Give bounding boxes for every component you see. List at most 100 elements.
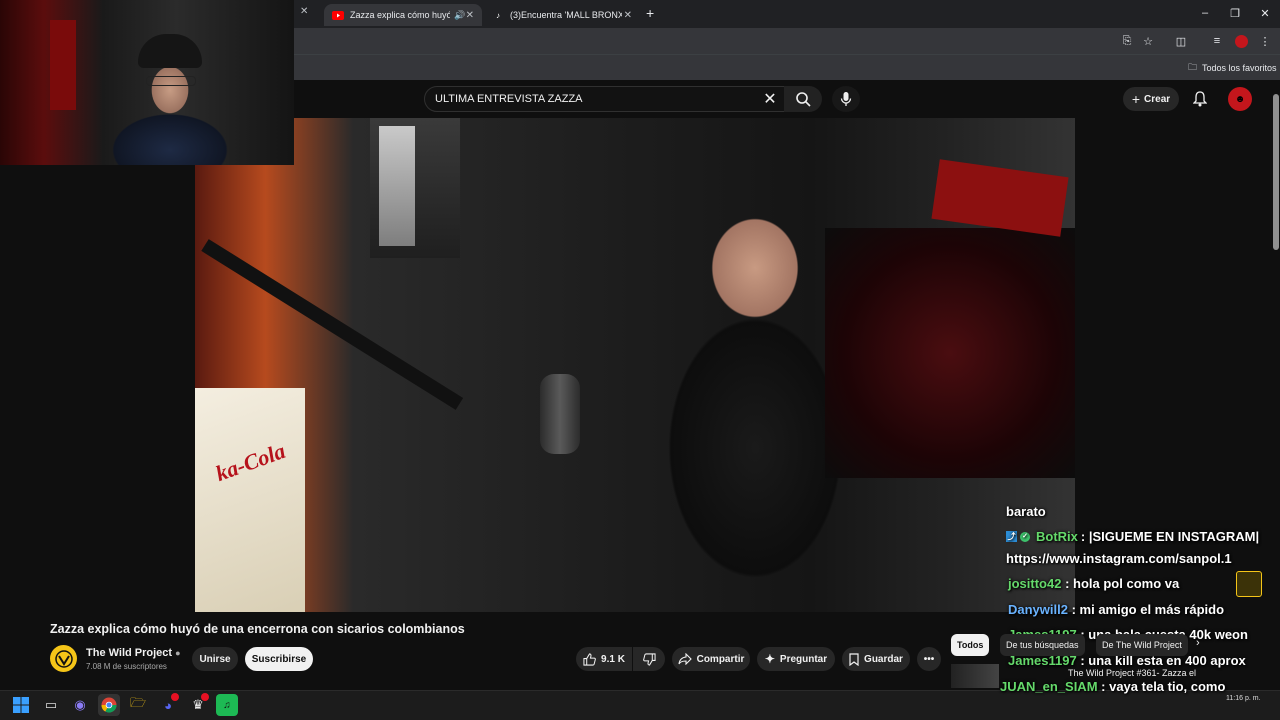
tab-title: Zazza explica cómo huyó d <box>350 10 451 20</box>
chip-todos[interactable]: Todos <box>951 634 990 656</box>
bookmarks-folder[interactable]: 🗀 Todos los favoritos <box>1188 60 1277 76</box>
save-label: Guardar <box>864 653 903 665</box>
save-button[interactable]: Guardar <box>842 647 910 671</box>
cap <box>138 34 202 68</box>
channel-logo-icon <box>54 649 73 668</box>
more-actions-button[interactable]: ••• <box>917 647 941 671</box>
task-view-icon[interactable]: ▭ <box>40 694 62 716</box>
bookmark-star-icon[interactable]: ☆ <box>1139 32 1157 50</box>
red-banner <box>931 159 1069 237</box>
poster-dead-of-winter <box>379 126 415 246</box>
share-label: Compartir <box>696 653 745 665</box>
verified-icon: ● <box>175 648 181 658</box>
tab-tiktok[interactable]: ♪ (3)Encuentra 'MALL BRONX YN ✕ <box>484 4 640 26</box>
search-button[interactable] <box>784 86 822 112</box>
account-avatar[interactable]: ☻ <box>1228 87 1252 111</box>
video-player[interactable]: ka-Cola <box>195 118 1075 612</box>
windows-icon[interactable] <box>10 694 32 716</box>
red-light <box>50 20 76 110</box>
channel-watermark-icon <box>1236 571 1262 597</box>
join-button[interactable]: Unirse <box>192 647 238 671</box>
chat-message: : hola pol como va <box>1065 576 1180 591</box>
queue-icon[interactable]: ≡ <box>1208 32 1226 50</box>
chat-message: : |SIGUEME EN INSTAGRAM| <box>1080 529 1260 544</box>
tab-youtube[interactable]: Zazza explica cómo huyó d 🔊 ✕ <box>324 4 482 26</box>
chat-message: barato <box>1006 504 1046 519</box>
chrome-icon[interactable] <box>98 694 120 716</box>
bookmark-icon <box>849 652 859 666</box>
chat-username: jositto42 <box>1008 576 1062 591</box>
dislike-button[interactable] <box>633 647 665 671</box>
create-button[interactable]: + Crear <box>1123 87 1179 111</box>
notification-badge <box>171 693 179 701</box>
file-explorer-icon[interactable]: 🗁 <box>127 694 149 716</box>
new-tab-button[interactable]: + <box>646 5 654 21</box>
search-icon <box>796 92 811 107</box>
bot-badge-icon: ⤴ <box>1006 531 1017 542</box>
bookmarks-folder-label: Todos los favoritos <box>1202 63 1277 73</box>
clear-search-icon[interactable]: ✕ <box>760 89 780 109</box>
proton-icon[interactable]: ◉ <box>69 694 91 716</box>
recommended-title[interactable]: The Wild Project #361- Zazza el <box>1068 668 1196 678</box>
notifications-button[interactable] <box>1190 89 1210 109</box>
chat-message: : mi amigo el más rápido <box>1071 602 1225 617</box>
chat-line: barato <box>1006 504 1046 519</box>
verified-badge-icon: ✓ <box>1020 531 1030 542</box>
share-button[interactable]: Compartir <box>672 647 750 671</box>
recommended-thumbnail[interactable] <box>951 664 999 688</box>
chip-from-searches[interactable]: De tus búsquedas <box>1000 634 1085 656</box>
notification-badge <box>201 693 209 701</box>
ask-button[interactable]: ✦ Preguntar <box>757 647 835 671</box>
more-icon: ••• <box>923 653 935 665</box>
share-icon <box>678 653 692 665</box>
slipknot-banner <box>825 228 1075 478</box>
chat-username: Danywill2 <box>1008 602 1068 617</box>
subscribe-button[interactable]: Suscribirse <box>245 647 313 671</box>
like-button[interactable]: 9.1 K <box>576 647 632 671</box>
taskbar-clock[interactable]: 11:16 p. m. <box>1226 694 1261 704</box>
extensions-icon[interactable]: ◫ <box>1172 32 1190 50</box>
video-title: Zazza explica cómo huyó de una encerrona… <box>50 622 465 636</box>
thumbs-down-icon <box>642 652 656 666</box>
spotify-icon[interactable]: ♫ <box>216 694 238 716</box>
chip-from-channel[interactable]: De The Wild Project <box>1096 634 1188 656</box>
install-app-icon[interactable]: ⎘ <box>1118 32 1136 50</box>
close-tab-icon[interactable]: ✕ <box>624 10 632 21</box>
audio-icon: 🔊 <box>454 9 466 20</box>
minimize-icon[interactable]: – <box>1190 4 1220 22</box>
chat-username: BotRix <box>1036 529 1078 544</box>
chat-line: ⤴ ✓ BotRix : |SIGUEME EN INSTAGRAM| <box>1006 529 1259 544</box>
chat-line: https://www.instagram.com/sanpol.1 <box>1006 551 1232 566</box>
restore-icon[interactable]: ❐ <box>1220 4 1250 22</box>
close-tab-icon[interactable]: ✕ <box>466 10 474 21</box>
channel-avatar[interactable] <box>50 645 77 672</box>
chevron-right-icon[interactable]: › <box>1196 637 1200 649</box>
voice-search-button[interactable] <box>832 86 860 112</box>
chat-line: Danywill2 : mi amigo el más rápido <box>1008 602 1224 617</box>
profile-avatar[interactable] <box>1232 32 1250 50</box>
close-tab-icon[interactable]: ✕ <box>300 6 308 17</box>
sparkle-icon: ✦ <box>764 652 775 666</box>
tiktok-icon: ♪ <box>496 10 500 20</box>
chat-username: JUAN_en_SIAM <box>1000 679 1098 694</box>
glasses <box>146 76 196 86</box>
plus-icon: + <box>1131 91 1141 107</box>
chat-line: JUAN_en_SIAM : vaya tela tio, como <box>1000 679 1225 694</box>
folder-icon: 🗀 <box>1188 62 1198 72</box>
microphone-icon <box>840 92 852 106</box>
chat-message: : vaya tela tio, como <box>1101 679 1226 694</box>
mic-arm <box>201 239 464 410</box>
scrollbar-thumb[interactable] <box>1273 94 1279 250</box>
close-window-icon[interactable]: ✕ <box>1250 4 1280 22</box>
chat-line: jositto42 : hola pol como va <box>1008 576 1179 591</box>
tab-title: (3)Encuentra 'MALL BRONX YN <box>510 10 622 20</box>
menu-icon[interactable]: ⋮ <box>1256 32 1274 50</box>
youtube-icon <box>332 9 344 21</box>
thumbs-up-icon <box>583 652 596 666</box>
ask-label: Preguntar <box>779 653 828 665</box>
chat-message: https://www.instagram.com/sanpol.1 <box>1006 551 1232 566</box>
search-input[interactable]: ULTIMA ENTREVISTA ZAZZA <box>424 86 790 112</box>
create-label: Crear <box>1144 93 1171 105</box>
subscriber-count: 7.08 M de suscriptores <box>86 662 167 671</box>
channel-name[interactable]: The Wild Project ● <box>86 647 181 659</box>
